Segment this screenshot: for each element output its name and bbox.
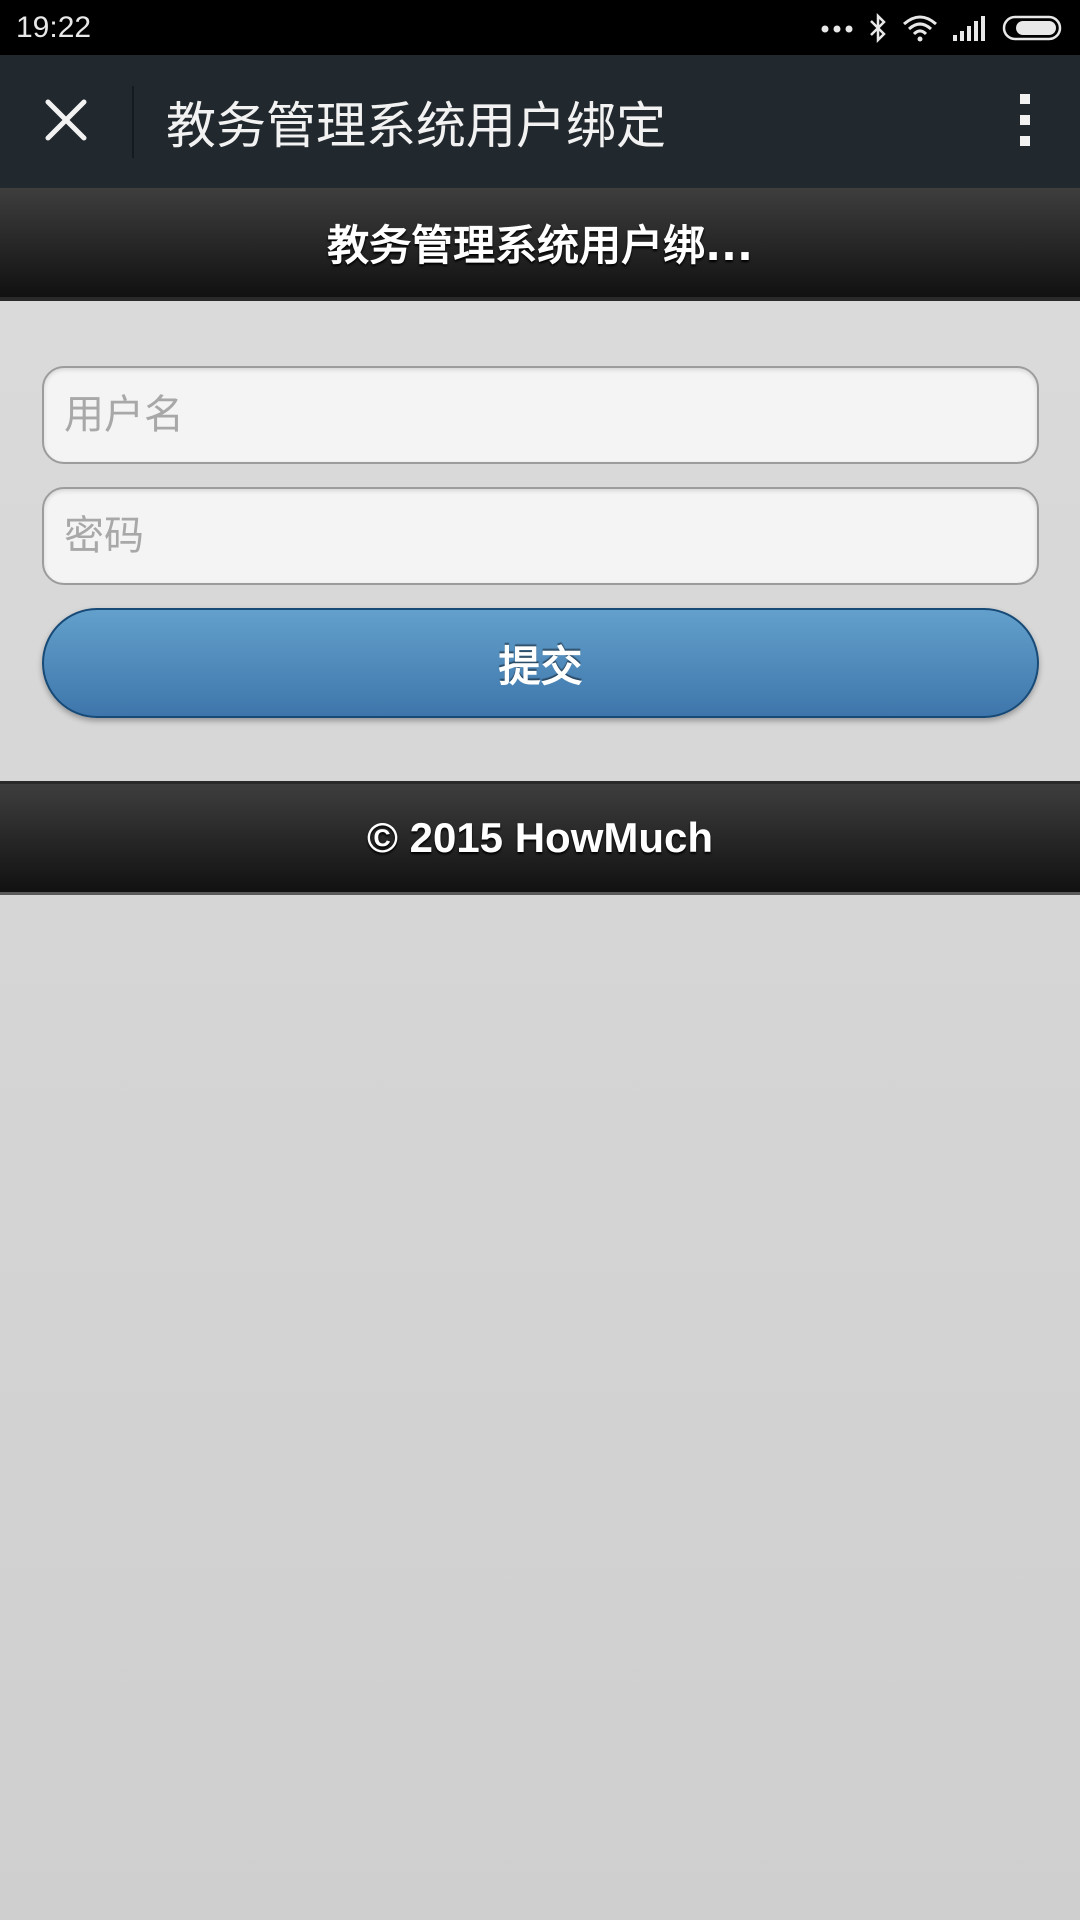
- page-title: 教务管理系统用户绑...: [327, 221, 753, 270]
- status-time: 19:22: [16, 10, 92, 44]
- login-form: 提交: [0, 301, 1080, 781]
- battery-icon: [1002, 14, 1064, 42]
- more-vertical-icon: [1018, 92, 1032, 152]
- bluetooth-icon: [868, 12, 888, 43]
- signal-icon: [952, 15, 988, 41]
- more-dots-icon: [820, 22, 854, 34]
- status-bar: 19:22: [0, 0, 1080, 55]
- app-bar: 教务管理系统用户绑定: [0, 55, 1080, 188]
- status-icons: [820, 12, 1064, 43]
- page-header: 教务管理系统用户绑...: [0, 188, 1080, 301]
- submit-label: 提交: [498, 641, 583, 691]
- username-input[interactable]: [42, 366, 1039, 464]
- footer: © 2015 HowMuch: [0, 781, 1080, 895]
- app-title: 教务管理系统用户绑定: [166, 96, 666, 155]
- wifi-icon: [902, 14, 938, 42]
- password-input[interactable]: [42, 487, 1039, 585]
- more-button[interactable]: [970, 55, 1080, 188]
- close-button[interactable]: [0, 55, 132, 188]
- submit-button[interactable]: 提交: [42, 608, 1039, 718]
- footer-copyright: © 2015 HowMuch: [366, 814, 714, 861]
- close-icon: [42, 96, 90, 148]
